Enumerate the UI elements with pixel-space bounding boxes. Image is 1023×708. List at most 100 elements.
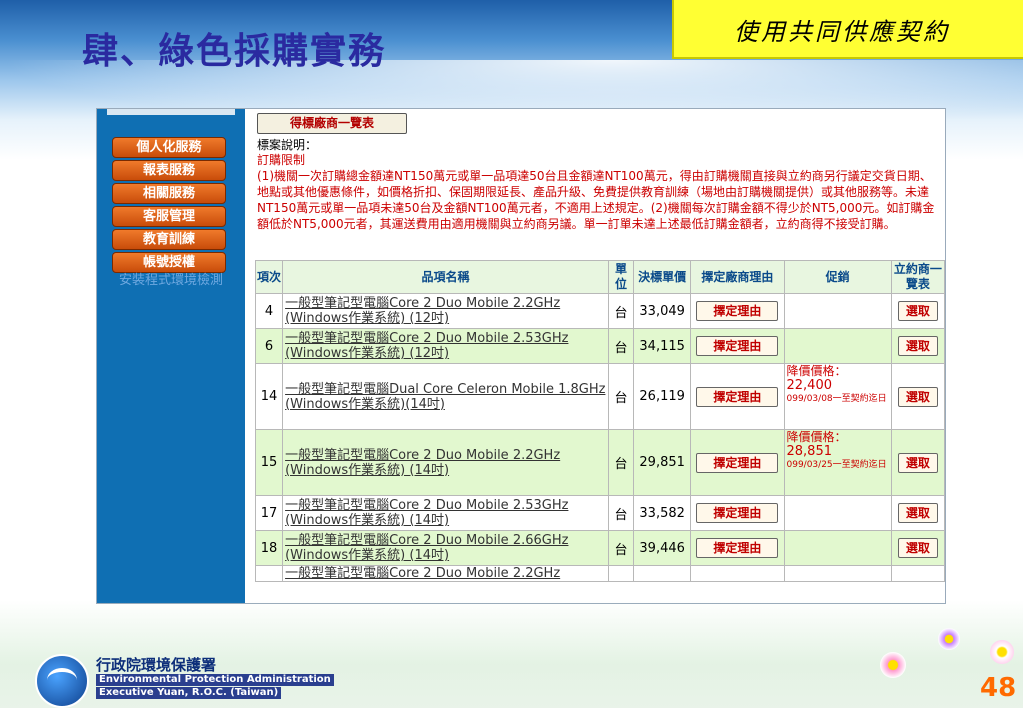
promo-label: 降價價格： [786,430,847,444]
slide-footer: 行政院環境保護署 Environmental Protection Admini… [0,600,1023,708]
items-table: 項次 品項名稱 單位 決標單價 擇定廠商理由 促銷 立約商一覽表 4 一般型筆記… [254,260,945,582]
cell-promo [783,530,892,566]
org-name-english-2: Executive Yuan, R.O.C. (Taiwan) [96,687,282,699]
badge-label: 使用共同供應契約 [734,18,950,46]
select-reason-button[interactable]: 擇定理由 [696,538,779,558]
pick-button[interactable]: 選取 [897,538,938,558]
sidebar-item-accounts[interactable]: 帳號授權 [112,252,226,273]
cell-name: 一般型筆記型電腦Dual Core Celeron Mobile 1.8GHz … [282,363,610,430]
flower-icon [990,640,1014,664]
org-name-english-1: Environmental Protection Administration [96,674,334,686]
browser-screenshot: 個人化服務 報表服務 相關服務 客服管理 教育訓練 帳號授權 安裝程式環境檢測 … [96,108,946,604]
sidebar-topbar [107,109,235,115]
cell-pick: 選取 [890,293,945,329]
env-check-link[interactable]: 安裝程式環境檢測 [103,272,239,290]
cell-promo: 降價價格： 28,851 099/03/25一至契約迄日 [783,429,892,496]
cell-unit: 台 [608,293,635,329]
item-link[interactable]: 一般型筆記型電腦Core 2 Duo Mobile 2.2GHz (Window… [285,448,560,478]
cell-promo [783,495,892,531]
cell-name: 一般型筆記型電腦Core 2 Duo Mobile 2.2GHz [282,565,610,582]
cell-reason: 擇定理由 [690,429,785,496]
slide-title: 肆、綠色採購實務 [82,30,387,72]
cell-pick: 選取 [890,363,945,430]
pick-button[interactable]: 選取 [897,503,938,523]
table-row: 15 一般型筆記型電腦Core 2 Duo Mobile 2.2GHz (Win… [254,429,945,496]
sidebar-item-related[interactable]: 相關服務 [112,183,226,204]
cell-promo [783,293,892,329]
cell-no: 17 [254,495,284,531]
cell-reason: 擇定理由 [690,293,785,329]
item-link[interactable]: 一般型筆記型電腦Core 2 Duo Mobile 2.53GHz (Windo… [285,498,568,528]
cell-price: 33,582 [633,495,692,531]
cell-no: 6 [254,328,284,364]
cell-unit: 台 [608,363,635,430]
cell-name: 一般型筆記型電腦Core 2 Duo Mobile 2.66GHz (Windo… [282,530,610,566]
item-link[interactable]: 一般型筆記型電腦Core 2 Duo Mobile 2.2GHz [285,567,560,581]
cell-price: 34,115 [633,328,692,364]
items-table-body: 4 一般型筆記型電腦Core 2 Duo Mobile 2.2GHz (Wind… [254,293,945,582]
flower-icon [880,652,906,678]
table-row: 4 一般型筆記型電腦Core 2 Duo Mobile 2.2GHz (Wind… [254,293,945,329]
cell-name: 一般型筆記型電腦Core 2 Duo Mobile 2.53GHz (Windo… [282,495,610,531]
description-label: 標案說明： [257,138,318,152]
header-promo: 促銷 [783,260,892,294]
cell-no [254,565,284,582]
item-link[interactable]: 一般型筆記型電腦Core 2 Duo Mobile 2.53GHz (Windo… [285,331,568,361]
table-row: 一般型筆記型電腦Core 2 Duo Mobile 2.2GHz [254,565,945,582]
select-reason-button[interactable]: 擇定理由 [696,336,779,356]
header-price: 決標單價 [633,260,692,294]
select-reason-button[interactable]: 擇定理由 [696,386,779,407]
cell-unit [608,565,635,582]
flower-icon [938,628,960,650]
cell-pick: 選取 [890,429,945,496]
select-reason-button[interactable]: 擇定理由 [696,301,779,321]
pick-button[interactable]: 選取 [897,452,938,473]
cell-reason [690,565,785,582]
main-content: 得標廠商一覽表 標案說明： 訂購限制 (1)機關一次訂購總金額達NT150萬元或… [245,109,945,603]
cell-promo: 降價價格： 22,400 099/03/08一至契約迄日 [783,363,892,430]
promo-info: 降價價格： 28,851 099/03/25一至契約迄日 [787,430,889,471]
promo-info: 降價價格： 22,400 099/03/08一至契約迄日 [787,364,889,405]
pick-button[interactable]: 選取 [897,336,938,356]
item-link[interactable]: 一般型筆記型電腦Dual Core Celeron Mobile 1.8GHz … [285,382,605,412]
table-header-row: 項次 品項名稱 單位 決標單價 擇定廠商理由 促銷 立約商一覽表 [254,260,945,294]
cell-price [633,565,692,582]
cell-name: 一般型筆記型電腦Core 2 Duo Mobile 2.53GHz (Windo… [282,328,610,364]
cell-promo [783,328,892,364]
promo-price: 28,851 [786,444,833,459]
sidebar-item-personal[interactable]: 個人化服務 [112,137,226,158]
page-number: 48 [980,673,1017,703]
item-link[interactable]: 一般型筆記型電腦Core 2 Duo Mobile 2.66GHz (Windo… [285,533,568,563]
promo-price: 22,400 [786,378,833,393]
cell-no: 14 [254,363,284,430]
sidebar-item-reports[interactable]: 報表服務 [112,160,226,181]
cell-reason: 擇定理由 [690,328,785,364]
promo-date: 099/03/08一至契約迄日 [786,394,887,404]
cell-reason: 擇定理由 [690,530,785,566]
item-link[interactable]: 一般型筆記型電腦Core 2 Duo Mobile 2.2GHz (Window… [285,296,560,326]
sidebar-item-support[interactable]: 客服管理 [112,206,226,227]
pick-button[interactable]: 選取 [897,301,938,321]
cell-unit: 台 [608,429,635,496]
table-row: 6 一般型筆記型電腦Core 2 Duo Mobile 2.53GHz (Win… [254,328,945,364]
cell-reason: 擇定理由 [690,363,785,430]
select-reason-button[interactable]: 擇定理由 [696,452,779,473]
cell-unit: 台 [608,495,635,531]
vendor-list-button[interactable]: 得標廠商一覽表 [257,113,407,134]
order-restrictions: 訂購限制 (1)機關一次訂購總金額達NT150萬元或單一品項達50台且金額達NT… [257,152,943,232]
cell-pick [890,565,945,582]
select-reason-button[interactable]: 擇定理由 [696,503,779,523]
epa-logo-icon [35,654,89,708]
header-name: 品項名稱 [282,260,610,294]
pick-button[interactable]: 選取 [897,386,938,407]
cell-price: 29,851 [633,429,692,496]
sidebar-item-training[interactable]: 教育訓練 [112,229,226,250]
table-row: 18 一般型筆記型電腦Core 2 Duo Mobile 2.66GHz (Wi… [254,530,945,566]
header-no: 項次 [254,260,284,294]
header-unit: 單位 [608,260,635,294]
cell-pick: 選取 [890,530,945,566]
restrictions-heading: 訂購限制 [257,153,306,167]
cell-unit: 台 [608,328,635,364]
cell-no: 18 [254,530,284,566]
cell-pick: 選取 [890,328,945,364]
